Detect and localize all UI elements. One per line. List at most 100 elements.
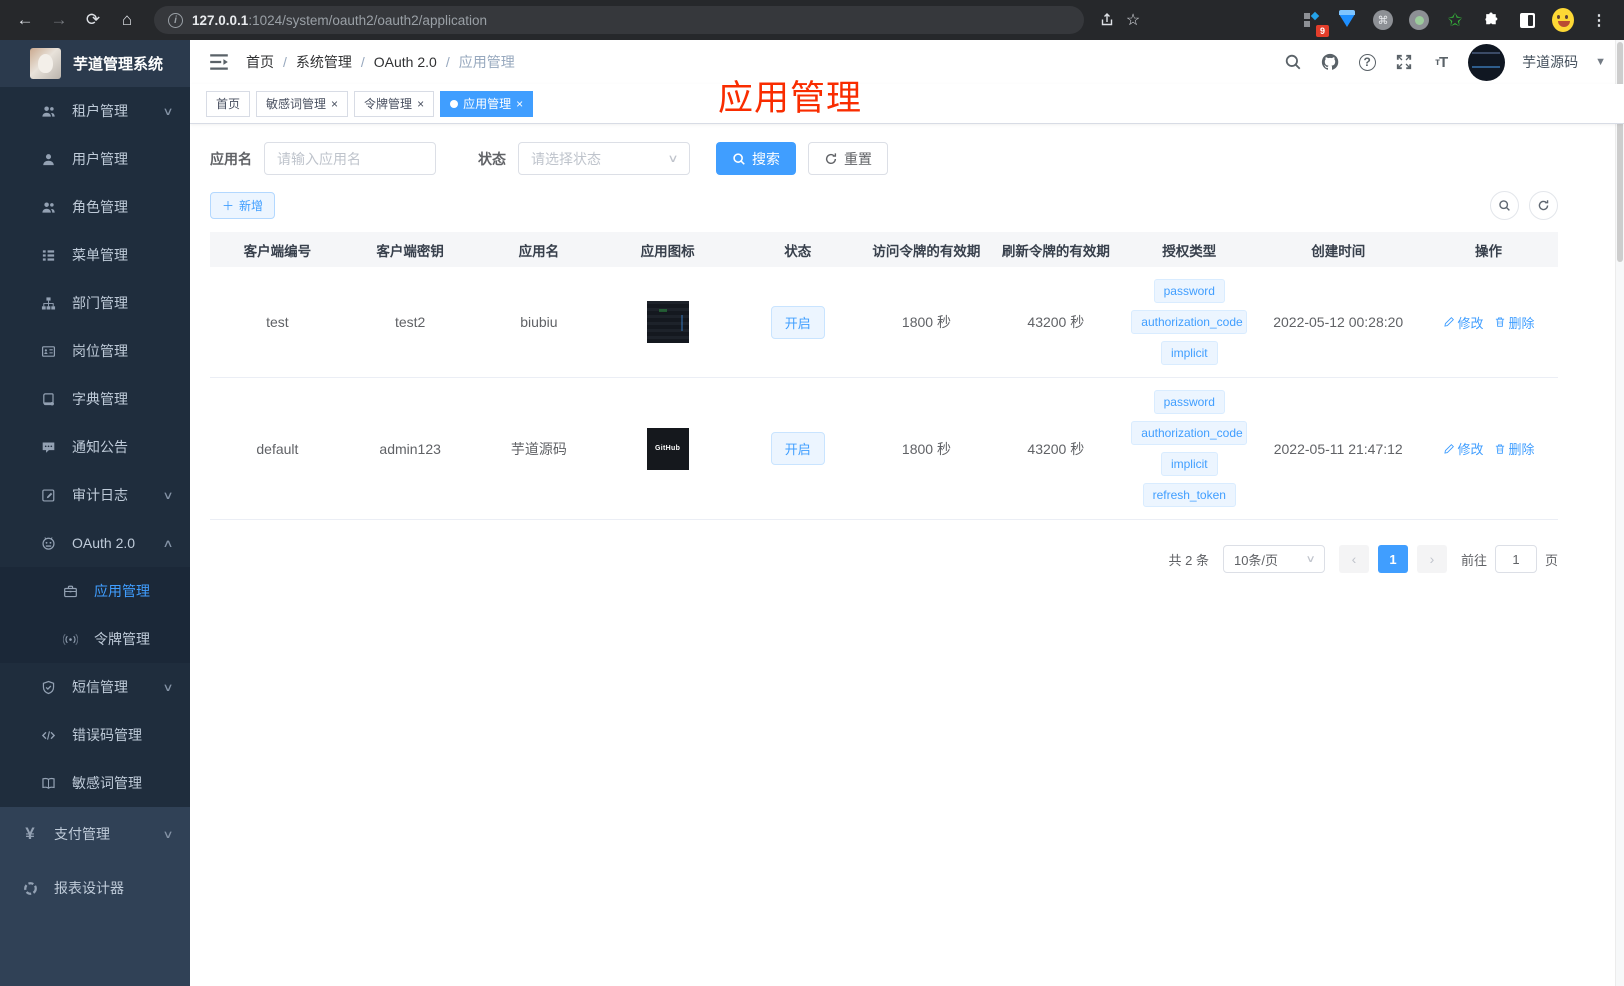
sidebar-item-令牌管理[interactable]: 令牌管理: [0, 615, 190, 663]
split-window-icon[interactable]: [1516, 9, 1538, 31]
goto-page-input[interactable]: [1494, 545, 1537, 573]
breadcrumb-item[interactable]: OAuth 2.0: [374, 54, 437, 70]
address-bar[interactable]: i 127.0.0.1:1024/system/oauth2/oauth2/ap…: [154, 6, 1084, 34]
command-extension-icon[interactable]: ⌘: [1372, 9, 1394, 31]
grant-type-tag: password: [1153, 390, 1225, 414]
sidebar-item-支付管理[interactable]: ¥ 支付管理 ∨: [0, 807, 190, 861]
plus-icon: ＋: [222, 199, 235, 213]
sidebar-item-应用管理[interactable]: 应用管理: [0, 567, 190, 615]
back-icon[interactable]: ←: [10, 5, 40, 35]
oauth-robot-icon: [40, 536, 56, 551]
header-actions: ? тT 芋道源码 ▼: [1283, 43, 1606, 81]
delete-button[interactable]: 删除: [1494, 313, 1535, 332]
window-scrollbar[interactable]: [1615, 40, 1624, 986]
sidebar-item-租户管理[interactable]: 租户管理 ∨: [0, 87, 190, 135]
sidebar-item-部门管理[interactable]: 部门管理: [0, 279, 190, 327]
client-id-cell: test: [210, 267, 345, 378]
filter-form: 应用名 状态 请选择状态 ∨ 搜索 重置: [210, 142, 1604, 175]
tab-敏感词管理[interactable]: 敏感词管理 ×: [256, 90, 349, 117]
grant-type-tags: password authorization_code implicit: [1123, 277, 1255, 367]
app-name-input[interactable]: [264, 142, 436, 175]
url-text[interactable]: 127.0.0.1:1024/system/oauth2/oauth2/appl…: [192, 13, 487, 28]
share-icon[interactable]: [1096, 9, 1118, 31]
add-button[interactable]: ＋ 新增: [210, 192, 276, 219]
close-tab-icon[interactable]: ×: [331, 97, 338, 111]
tabs-bar: 首页 敏感词管理 × 令牌管理 × 应用管理 ×: [190, 84, 1624, 124]
delete-button[interactable]: 删除: [1494, 439, 1535, 458]
users-icon: [40, 200, 56, 215]
sidebar-item-label: 报表设计器: [54, 880, 124, 896]
sidebar-item-报表设计器[interactable]: 报表设计器: [0, 861, 190, 915]
user-icon: [40, 152, 56, 167]
sidebar-item-字典管理[interactable]: 字典管理: [0, 375, 190, 423]
reset-button[interactable]: 重置: [808, 142, 888, 175]
tab-应用管理[interactable]: 应用管理 ×: [440, 90, 534, 117]
status-select[interactable]: 请选择状态 ∨: [518, 142, 690, 175]
sidebar-item-角色管理[interactable]: 角色管理: [0, 183, 190, 231]
goto-label: 前往: [1460, 552, 1487, 568]
help-icon[interactable]: ?: [1357, 52, 1377, 72]
edit-button[interactable]: 修改: [1443, 439, 1484, 458]
sidebar-item-审计日志[interactable]: 审计日志 ∨: [0, 471, 190, 519]
user-name[interactable]: 芋道源码: [1522, 52, 1578, 72]
extension-badge: 9: [1315, 25, 1329, 37]
sidebar-item-菜单管理[interactable]: 菜单管理: [0, 231, 190, 279]
close-tab-icon[interactable]: ×: [516, 97, 523, 111]
show-search-toggle-button[interactable]: [1490, 191, 1519, 220]
record-extension-icon[interactable]: [1408, 9, 1430, 31]
forward-icon[interactable]: →: [44, 5, 74, 35]
reload-icon[interactable]: ⟳: [78, 5, 108, 35]
search-icon[interactable]: [1283, 52, 1303, 72]
breadcrumb: 首页 / 系统管理 / OAuth 2.0 / 应用管理: [246, 52, 515, 72]
audit-log-icon: [40, 488, 56, 503]
status-label: 状态: [478, 150, 506, 167]
sidebar-item-label: 岗位管理: [72, 343, 128, 359]
tab-首页[interactable]: 首页: [206, 90, 251, 117]
edit-button[interactable]: 修改: [1443, 313, 1484, 332]
font-size-icon[interactable]: тT: [1431, 52, 1451, 72]
home-icon[interactable]: ⌂: [112, 5, 142, 35]
puzzle-icon[interactable]: [1480, 9, 1502, 31]
dictionary-icon: [40, 392, 56, 407]
star-icon[interactable]: ☆: [1122, 9, 1144, 31]
breadcrumb-item[interactable]: 首页: [246, 52, 274, 72]
fullscreen-icon[interactable]: [1394, 52, 1414, 72]
sidebar-item-label: 用户管理: [72, 151, 128, 167]
sidebar-item-OAuth 2.0[interactable]: OAuth 2.0 ∧: [0, 519, 190, 567]
chevron-down-icon: ∨: [162, 681, 174, 694]
info-icon[interactable]: i: [168, 12, 183, 28]
page-number-button[interactable]: 1: [1377, 545, 1408, 573]
chevron-down-icon[interactable]: ▼: [1595, 56, 1606, 68]
grant-types-cell: password authorization_code implicit: [1121, 267, 1258, 378]
close-tab-icon[interactable]: ×: [417, 97, 424, 111]
status-badge[interactable]: 开启: [770, 432, 825, 465]
page-size-select[interactable]: 10条/页 ∨: [1222, 545, 1325, 573]
sidebar-item-岗位管理[interactable]: 岗位管理: [0, 327, 190, 375]
extension-grid-icon[interactable]: 9: [1300, 9, 1329, 37]
sidebar-item-通知公告[interactable]: 通知公告: [0, 423, 190, 471]
menu-dots-icon[interactable]: ⋮: [1588, 9, 1610, 31]
tab-令牌管理[interactable]: 令牌管理 ×: [354, 90, 435, 117]
refresh-table-button[interactable]: [1529, 191, 1558, 220]
user-avatar[interactable]: [1468, 43, 1506, 81]
gem-extension-icon[interactable]: [1336, 9, 1358, 31]
profile-emoji-icon[interactable]: [1552, 8, 1574, 32]
sidebar-item-用户管理[interactable]: 用户管理: [0, 135, 190, 183]
breadcrumb-item[interactable]: 系统管理: [296, 52, 352, 72]
scrollbar-thumb[interactable]: [1617, 42, 1623, 262]
green-star-extension-icon[interactable]: ✩: [1444, 9, 1466, 31]
next-page-button[interactable]: ›: [1416, 545, 1447, 573]
sidebar-item-短信管理[interactable]: 短信管理 ∨: [0, 663, 190, 711]
collapse-sidebar-icon[interactable]: [208, 51, 230, 73]
client-id-cell: default: [210, 377, 345, 520]
app-logo[interactable]: 芋道管理系统: [0, 40, 190, 87]
briefcase-icon: [62, 584, 78, 599]
status-badge[interactable]: 开启: [770, 305, 825, 339]
search-button[interactable]: 搜索: [716, 142, 796, 175]
sidebar-item-错误码管理[interactable]: 错误码管理: [0, 711, 190, 759]
sidebar-item-敏感词管理[interactable]: 敏感词管理: [0, 759, 190, 807]
github-icon[interactable]: [1320, 52, 1340, 72]
grant-type-tag: implicit: [1160, 452, 1218, 476]
prev-page-button[interactable]: ‹: [1338, 545, 1369, 573]
column-header: 刷新令牌的有效期: [990, 232, 1122, 267]
